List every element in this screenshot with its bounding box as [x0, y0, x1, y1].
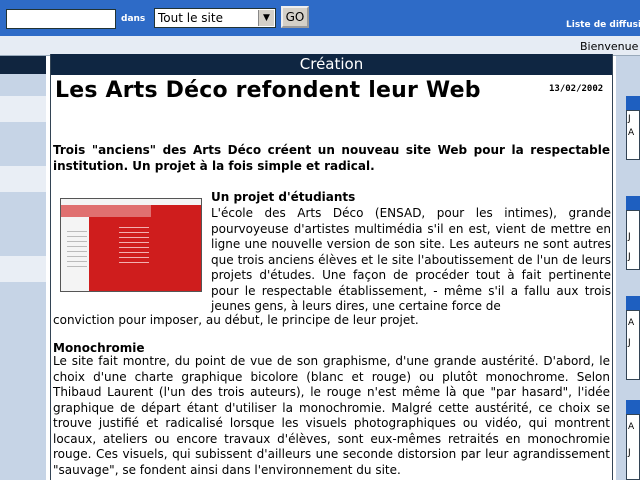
thumbnail-header-strip: [61, 205, 151, 217]
right-box-letter[interactable]: J: [628, 448, 631, 458]
site-scope-select[interactable]: Tout le site ▼: [154, 8, 276, 28]
subheading-monochromie: Monochromie: [53, 341, 145, 355]
site-scope-value: Tout le site: [158, 11, 223, 25]
welcome-bar: [0, 36, 640, 56]
article-thumbnail[interactable]: [60, 198, 202, 292]
left-sidebar-band: [0, 96, 46, 122]
top-toolbar: dans Tout le site ▼ GO Liste de diffusio…: [0, 0, 640, 36]
thumbnail-text-lines: [119, 227, 149, 267]
right-box-letter[interactable]: J: [628, 338, 631, 348]
go-button[interactable]: GO: [281, 6, 309, 28]
right-box-letter[interactable]: A: [628, 422, 634, 432]
left-sidebar-header: [0, 56, 46, 74]
left-sidebar: [0, 56, 46, 480]
article-intro: Trois "anciens" des Arts Déco créent un …: [53, 143, 610, 173]
right-box-header: [626, 96, 640, 110]
paragraph-projet: L'école des Arts Déco (ENSAD, pour les i…: [211, 206, 611, 313]
thumbnail-menu-lines: [67, 231, 87, 271]
scope-label: dans: [121, 14, 146, 24]
search-input[interactable]: [6, 9, 116, 29]
right-box-letter[interactable]: A: [628, 128, 634, 138]
chevron-down-icon[interactable]: ▼: [258, 10, 274, 26]
right-box-header: [626, 400, 640, 414]
mailing-list-link[interactable]: Liste de diffusion: [566, 20, 640, 30]
right-sidebar: J A J J A J A J: [616, 56, 640, 480]
subheading-projet: Un projet d'étudiants: [211, 190, 356, 204]
right-box-header: [626, 196, 640, 210]
welcome-text: Bienvenue: [580, 40, 639, 53]
right-box-letter[interactable]: J: [628, 114, 631, 124]
right-box-header: [626, 296, 640, 310]
article-date: 13/02/2002: [549, 84, 604, 94]
paragraph-projet-end: conviction pour imposer, au début, le pr…: [53, 313, 419, 327]
right-box-letter[interactable]: J: [628, 252, 631, 262]
right-box-letter[interactable]: A: [628, 318, 634, 328]
section-header: Création: [51, 54, 612, 75]
left-sidebar-band: [0, 256, 46, 282]
right-box-letter[interactable]: J: [628, 232, 631, 242]
article-title: Les Arts Déco refondent leur Web: [55, 78, 481, 103]
left-sidebar-band: [0, 166, 46, 192]
paragraph-monochromie: Le site fait montre, du point de vue de …: [53, 354, 610, 477]
article-panel: Création Les Arts Déco refondent leur We…: [50, 54, 613, 480]
